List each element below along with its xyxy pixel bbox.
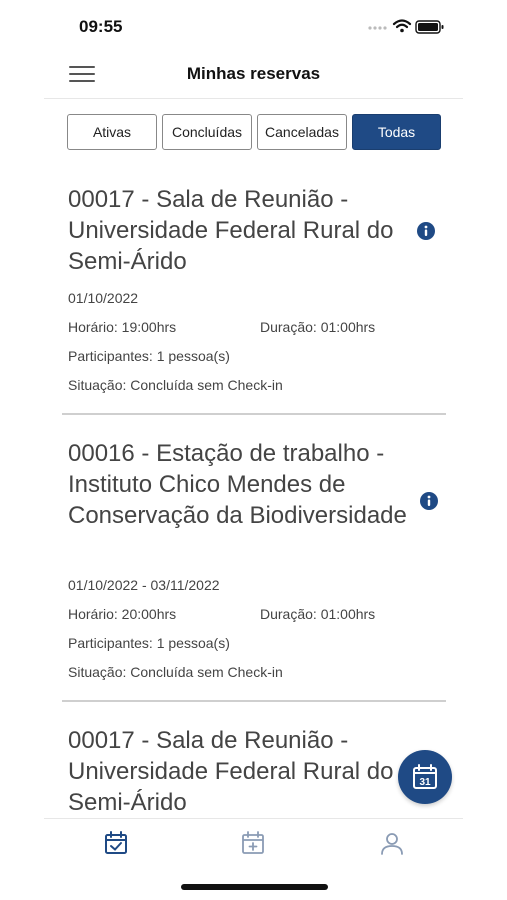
info-icon[interactable] xyxy=(417,222,435,240)
reservation-status: Situação: Concluída sem Check-in xyxy=(68,664,283,680)
calendar-icon: 31 xyxy=(413,764,437,789)
tab-new-reservation-calendar-add-icon[interactable] xyxy=(239,829,267,857)
reservation-title: 00017 - Sala de Reunião - Universidade F… xyxy=(68,727,394,816)
filter-todas-button[interactable]: Todas xyxy=(352,114,441,150)
app-header: Minhas reservas xyxy=(44,52,463,99)
status-time: 09:55 xyxy=(79,17,123,36)
tab-my-reservations-calendar-check-icon[interactable] xyxy=(102,829,130,857)
reservation-status: Situação: Concluída sem Check-in xyxy=(68,377,283,393)
status-icons xyxy=(368,19,444,34)
battery-icon xyxy=(415,20,444,34)
reservation-duration: Duração: 01:00hrs xyxy=(260,606,376,622)
reservation-card[interactable]: 00017 - Sala de Reunião - Universidade F… xyxy=(62,725,446,818)
new-reservation-fab[interactable]: 31 xyxy=(398,750,452,804)
reservation-date: 01/10/2022 - 03/11/2022 xyxy=(68,577,220,593)
bottom-tab-bar xyxy=(44,818,463,867)
reservation-card[interactable]: 00017 - Sala de Reunião - Universidade F… xyxy=(62,184,446,416)
filter-canceladas-button[interactable]: Canceladas xyxy=(257,114,347,150)
reservation-title: 00016 - Estação de trabalho - Instituto … xyxy=(68,440,407,529)
home-indicator xyxy=(181,884,328,890)
tab-profile-user-icon[interactable] xyxy=(378,829,406,857)
fab-calendar-day: 31 xyxy=(419,777,431,788)
wifi-icon xyxy=(392,19,412,33)
reservation-time: Horário: 19:00hrs xyxy=(68,319,177,335)
reservation-duration: Duração: 01:00hrs xyxy=(260,319,376,335)
reservation-card[interactable]: 00016 - Estação de trabalho - Instituto … xyxy=(62,438,446,704)
filter-concluidas-button[interactable]: Concluídas xyxy=(162,114,252,150)
signal-icon xyxy=(368,26,387,30)
divider xyxy=(62,700,446,702)
reservation-participants: Participantes: 1 pessoa(s) xyxy=(68,348,230,364)
divider xyxy=(62,413,446,415)
filter-ativas-button[interactable]: Ativas xyxy=(67,114,157,150)
reservation-list[interactable]: 00017 - Sala de Reunião - Universidade F… xyxy=(0,170,507,818)
reservation-date: 01/10/2022 xyxy=(68,290,139,306)
reservation-title: 00017 - Sala de Reunião - Universidade F… xyxy=(68,186,394,275)
reservation-time: Horário: 20:00hrs xyxy=(68,606,177,622)
page-title: Minhas reservas xyxy=(186,64,321,83)
reservation-participants: Participantes: 1 pessoa(s) xyxy=(68,635,230,651)
info-icon[interactable] xyxy=(420,492,438,510)
status-bar: 09:55 xyxy=(0,0,507,52)
filter-bar: Ativas Concluídas Canceladas Todas xyxy=(67,114,443,152)
